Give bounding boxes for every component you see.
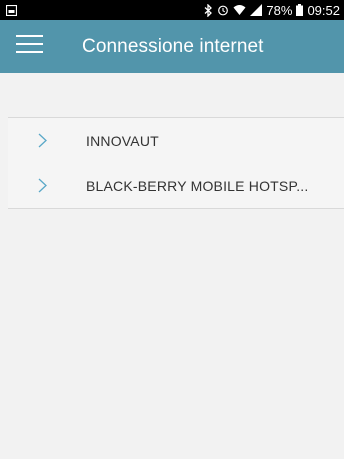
network-item[interactable]: INNOVAUT — [8, 118, 344, 163]
clock: 09:52 — [307, 2, 340, 18]
battery-icon — [296, 4, 304, 16]
battery-percent: 78% — [266, 2, 293, 18]
network-item[interactable]: BLACK-BERRY MOBILE HOTSP... — [8, 163, 344, 208]
app-bar: Connessione internet — [0, 20, 344, 73]
wifi-icon — [233, 4, 246, 16]
menu-button[interactable] — [0, 20, 58, 73]
screenshot-icon — [6, 4, 17, 16]
bluetooth-icon — [204, 3, 213, 17]
network-list: INNOVAUT BLACK-BERRY MOBILE HOTSP... — [8, 117, 344, 209]
network-name: BLACK-BERRY MOBILE HOTSP... — [86, 177, 309, 194]
page-title: Connessione internet — [82, 35, 264, 57]
chevron-right-icon — [8, 133, 66, 148]
chevron-right-icon — [8, 178, 66, 193]
signal-icon — [250, 4, 263, 16]
alarm-icon — [217, 4, 229, 16]
hamburger-icon — [15, 34, 43, 59]
network-name: INNOVAUT — [86, 132, 159, 149]
status-bar: 78% 09:52 — [0, 0, 344, 20]
